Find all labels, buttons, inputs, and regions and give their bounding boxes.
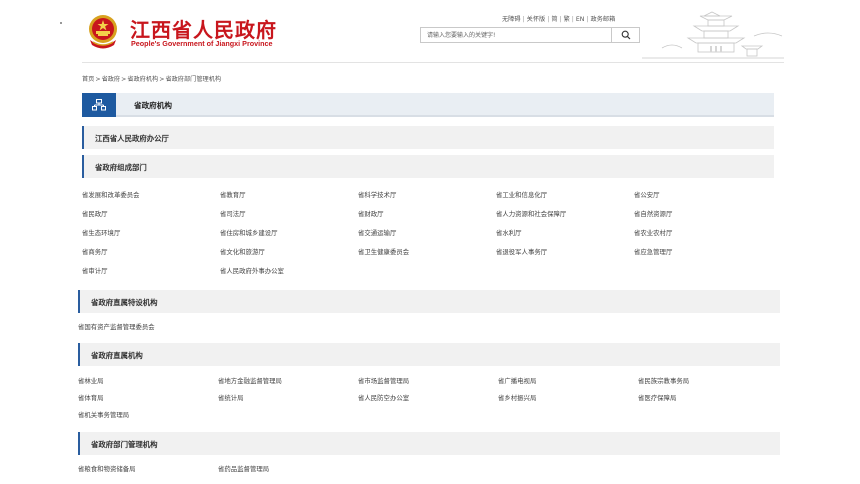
site-subtitle: People's Government of Jiangxi Province xyxy=(131,39,273,48)
list-item[interactable]: 省卫生健康委员会 xyxy=(358,247,409,256)
org-chart-icon xyxy=(92,99,106,111)
list-item[interactable]: 省林业局 xyxy=(78,376,104,385)
search-box xyxy=(420,27,640,43)
list-item[interactable]: 省发展和改革委员会 xyxy=(82,190,140,199)
list-item[interactable]: 省司法厅 xyxy=(220,209,246,218)
list-item[interactable]: 省粮食和物资储备局 xyxy=(78,464,136,473)
section-label: 省政府组成部门 xyxy=(95,163,147,172)
list-item[interactable]: 省市场监督管理局 xyxy=(358,376,409,385)
list-item[interactable]: 省水利厅 xyxy=(496,228,522,237)
list-item[interactable]: 省乡村振兴局 xyxy=(498,393,536,402)
list-item[interactable]: 省农业农村厅 xyxy=(634,228,672,237)
site-header: 江西省人民政府 People's Government of Jiangxi P… xyxy=(82,8,784,62)
section-label: 省政府直属特设机构 xyxy=(91,298,158,307)
breadcrumb-current: 省政府部门管理机构 xyxy=(165,76,222,83)
link-gov-mail[interactable]: 政务邮箱 xyxy=(591,14,616,23)
search-icon xyxy=(621,30,630,40)
list-item[interactable]: 省药品监督管理局 xyxy=(218,464,269,473)
list-item[interactable]: 省财政厅 xyxy=(358,209,384,218)
header-divider xyxy=(82,62,784,63)
list-item[interactable]: 省人力资源和社会保障厅 xyxy=(496,209,566,218)
link-traditional[interactable]: 繁 xyxy=(564,14,570,23)
section-label: 省政府直属机构 xyxy=(91,351,143,360)
search-button[interactable] xyxy=(611,28,639,42)
list-item[interactable]: 省交通运输厅 xyxy=(358,228,396,237)
section-dept-managed: 省政府部门管理机构 xyxy=(78,432,780,455)
breadcrumb-gov[interactable]: 省政府 xyxy=(102,76,121,83)
link-accessibility[interactable]: 无障碍 xyxy=(502,14,521,23)
list-item[interactable]: 省工业和信息化厅 xyxy=(496,190,547,199)
list-item[interactable]: 省审计厅 xyxy=(82,266,108,275)
section-directly-affiliated: 省政府直属机构 xyxy=(78,343,780,366)
link-simplified[interactable]: 简 xyxy=(551,14,557,23)
list-item[interactable]: 省商务厅 xyxy=(82,247,108,256)
breadcrumb: 首页>省政府>省政府机构>省政府部门管理机构 xyxy=(82,76,222,83)
page-title: 省政府机构 xyxy=(134,101,172,110)
stray-dot xyxy=(60,22,62,24)
list-item[interactable]: 省公安厅 xyxy=(634,190,660,199)
list-item[interactable]: 省住房和城乡建设厅 xyxy=(220,228,278,237)
list-item[interactable]: 省地方金融监督管理局 xyxy=(218,376,282,385)
link-care-mode[interactable]: 关怀版 xyxy=(527,14,546,23)
search-input[interactable] xyxy=(421,28,611,42)
list-item[interactable]: 省生态环境厅 xyxy=(82,228,120,237)
breadcrumb-home[interactable]: 首页 xyxy=(82,76,94,83)
list-item[interactable]: 省人民防空办公室 xyxy=(358,393,409,402)
list-item[interactable]: 省广播电视局 xyxy=(498,376,536,385)
page-title-bar: 省政府机构 xyxy=(82,93,774,117)
list-item[interactable]: 省民政厅 xyxy=(82,209,108,218)
list-item[interactable]: 省科学技术厅 xyxy=(358,190,396,199)
tengwang-pavilion-icon xyxy=(642,11,784,59)
list-item[interactable]: 省体育局 xyxy=(78,393,104,402)
list-item[interactable]: 省医疗保障局 xyxy=(638,393,676,402)
top-links: 无障碍 | 关怀版 | 简 | 繁 | EN | 政务邮箱 xyxy=(502,14,616,23)
national-emblem-icon xyxy=(89,15,117,49)
section-label: 省政府部门管理机构 xyxy=(91,440,158,449)
list-item[interactable]: 省教育厅 xyxy=(220,190,246,199)
list-item[interactable]: 省统计局 xyxy=(218,393,244,402)
section-general-office[interactable]: 江西省人民政府办公厅 xyxy=(82,126,774,149)
list-item[interactable]: 省机关事务管理局 xyxy=(78,410,129,419)
link-english[interactable]: EN xyxy=(576,16,585,23)
section-constituent-departments: 省政府组成部门 xyxy=(82,155,774,178)
list-item[interactable]: 省民族宗教事务局 xyxy=(638,376,689,385)
section-general-office-label: 江西省人民政府办公厅 xyxy=(95,134,169,143)
section-special-agencies: 省政府直属特设机构 xyxy=(78,290,780,313)
list-item[interactable]: 省文化和旅游厅 xyxy=(220,247,265,256)
list-item[interactable]: 省自然资源厅 xyxy=(634,209,672,218)
list-item[interactable]: 省应急管理厅 xyxy=(634,247,672,256)
list-item[interactable]: 省退役军人事务厅 xyxy=(496,247,547,256)
list-item[interactable]: 省国有资产监督管理委员会 xyxy=(78,322,155,331)
list-item[interactable]: 省人民政府外事办公室 xyxy=(220,266,284,275)
icon-tile xyxy=(82,93,116,117)
breadcrumb-gov-agencies[interactable]: 省政府机构 xyxy=(127,76,158,83)
